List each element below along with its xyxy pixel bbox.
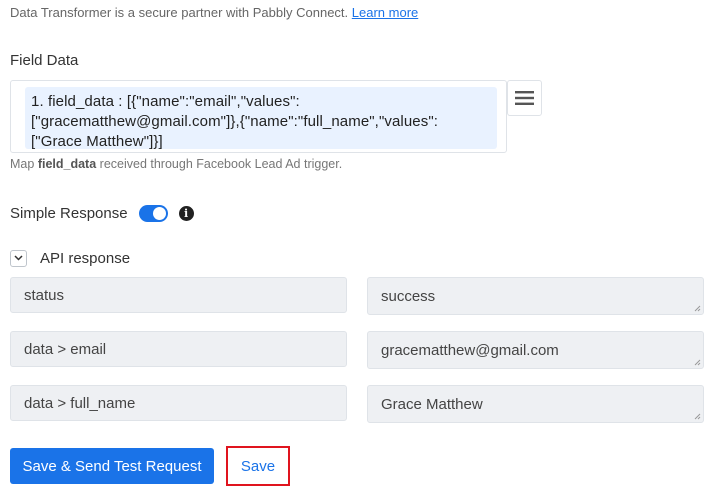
partner-note-text: Data Transformer is a secure partner wit…: [10, 5, 349, 20]
field-data-chip[interactable]: 1. field_data : [{"name":"email","values…: [25, 87, 497, 150]
info-icon[interactable]: i: [178, 205, 194, 221]
response-value-email: gracematthew@gmail.com: [381, 341, 559, 359]
resize-grip-icon[interactable]: [694, 413, 701, 420]
save-button[interactable]: Save: [226, 446, 290, 486]
response-key-field: status: [10, 277, 347, 313]
response-key-status: status: [24, 286, 65, 304]
chip-line-3: ["Grace Matthew"]}]: [31, 133, 163, 150]
response-value-field[interactable]: success: [367, 277, 704, 315]
response-key-full-name: data > full_name: [24, 394, 136, 412]
simple-response-toggle[interactable]: [138, 204, 168, 222]
simple-response-row: Simple Response i: [10, 202, 194, 224]
response-value-status: success: [381, 287, 436, 305]
hamburger-menu-icon: [515, 91, 534, 105]
hint-field-name: field_data: [37, 157, 97, 171]
field-data-menu-button[interactable]: [507, 80, 542, 116]
resize-grip-icon[interactable]: [694, 359, 701, 366]
save-and-send-test-request-button[interactable]: Save & Send Test Request: [10, 448, 214, 484]
field-data-hint: Map field_data received through Facebook…: [10, 157, 342, 171]
response-key-field: data > full_name: [10, 385, 347, 421]
hint-suffix: received through Facebook Lead Ad trigge…: [99, 157, 343, 171]
chip-line-1: 1. field_data : [{"name":"email","values…: [31, 93, 300, 110]
hint-prefix: Map: [10, 157, 35, 171]
simple-response-label: Simple Response: [10, 204, 128, 222]
api-response-header[interactable]: API response: [10, 248, 130, 268]
resize-grip-icon[interactable]: [694, 305, 701, 312]
api-response-label: API response: [40, 249, 131, 267]
partner-note: Data Transformer is a secure partner wit…: [10, 5, 418, 20]
learn-more-link[interactable]: Learn more: [352, 5, 418, 20]
response-key-field: data > email: [10, 331, 347, 367]
response-value-field[interactable]: Grace Matthew: [367, 385, 704, 423]
chip-line-2: ["gracematthew@gmail.com"]},{"name":"ful…: [31, 113, 439, 130]
response-value-field[interactable]: gracematthew@gmail.com: [367, 331, 704, 369]
toggle-knob: [152, 206, 166, 220]
field-data-input[interactable]: 1. field_data : [{"name":"email","values…: [10, 80, 507, 153]
chevron-down-icon[interactable]: [10, 249, 27, 267]
field-data-label: Field Data: [10, 52, 79, 69]
response-key-email: data > email: [24, 340, 107, 358]
response-value-full-name: Grace Matthew: [381, 395, 483, 413]
